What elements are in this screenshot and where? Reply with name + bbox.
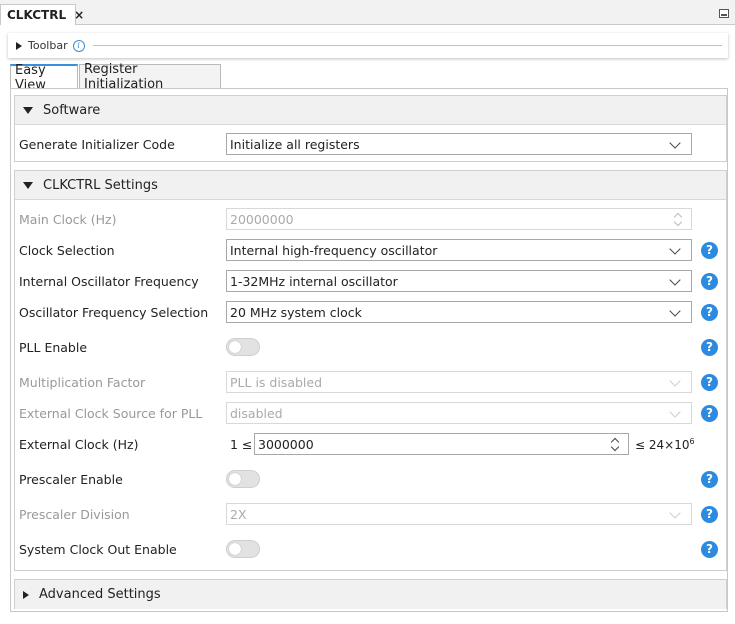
osc-freq-selection-row: Oscillator Frequency Selection 20 MHz sy… — [19, 301, 719, 323]
select-value: Internal high-frequency oscillator — [230, 242, 438, 258]
expand-triangle-icon[interactable] — [16, 41, 22, 50]
toolbar-bar[interactable]: Toolbar i — [8, 33, 728, 58]
field-label: Oscillator Frequency Selection — [19, 304, 209, 320]
chevron-down-icon — [669, 274, 681, 286]
input-value: 20000000 — [230, 211, 294, 227]
tab-easy-view[interactable]: Easy View — [10, 63, 78, 93]
select-value: Initialize all registers — [230, 136, 360, 152]
field-label: Multiplication Factor — [19, 374, 146, 390]
help-icon[interactable]: ? — [701, 272, 718, 290]
collapse-triangle-icon — [23, 181, 33, 189]
sysclk-out-enable-toggle[interactable] — [226, 540, 260, 558]
toolbar-label: Toolbar — [28, 39, 68, 52]
spinner-icon — [673, 210, 683, 228]
external-clock-row: External Clock (Hz) 1 ≤ 3000000 ≤ 24×106 — [19, 433, 719, 455]
external-clock-input[interactable]: 3000000 — [254, 433, 629, 455]
range-max-base: ≤ 24×10 — [635, 437, 690, 452]
advanced-settings-section: Advanced Settings — [14, 579, 727, 609]
main-clock-input: 20000000 — [226, 208, 692, 230]
multiplication-factor-select: PLL is disabled — [226, 371, 692, 393]
sysclk-out-enable-row: System Clock Out Enable ? — [19, 538, 719, 560]
ext-clock-source-pll-select: disabled — [226, 402, 692, 424]
prescaler-division-select: 2X — [226, 503, 692, 525]
help-icon[interactable]: ? — [701, 373, 718, 391]
field-label: PLL Enable — [19, 339, 88, 355]
internal-osc-freq-row: Internal Oscillator Frequency 1-32MHz in… — [19, 270, 719, 292]
clkctrl-settings-section: CLKCTRL Settings Main Clock (Hz) 2000000… — [14, 170, 727, 571]
field-label: Prescaler Enable — [19, 471, 123, 487]
help-icon[interactable]: ? — [701, 241, 718, 259]
section-title: CLKCTRL Settings — [43, 177, 158, 193]
help-icon[interactable]: ? — [701, 505, 718, 523]
field-label: External Clock Source for PLL — [19, 405, 203, 421]
field-label: System Clock Out Enable — [19, 541, 177, 557]
clock-selection-select[interactable]: Internal high-frequency oscillator — [226, 239, 692, 261]
easy-view-panel: Software Generate Initializer Code Initi… — [10, 88, 728, 612]
help-icon[interactable]: ? — [701, 470, 718, 488]
generate-initializer-row: Generate Initializer Code Initialize all… — [19, 133, 719, 155]
view-tab-title: CLKCTRL — [7, 8, 67, 22]
field-label: Main Clock (Hz) — [19, 211, 117, 227]
view-tab-bar: CLKCTRL × — [0, 0, 735, 25]
select-value: 1-32MHz internal oscillator — [230, 273, 398, 289]
ext-clock-source-pll-row: External Clock Source for PLL disabled ? — [19, 402, 719, 424]
help-icon[interactable]: ? — [701, 404, 718, 422]
help-icon[interactable]: ? — [701, 338, 718, 356]
chevron-down-icon — [669, 243, 681, 255]
range-max-exponent: 6 — [689, 436, 695, 446]
multiplication-factor-row: Multiplication Factor PLL is disabled ? — [19, 371, 719, 393]
chevron-down-icon — [669, 507, 681, 519]
prescaler-division-row: Prescaler Division 2X ? — [19, 503, 719, 525]
info-icon[interactable]: i — [72, 39, 85, 52]
expand-triangle-icon — [23, 590, 29, 599]
select-value: 20 MHz system clock — [230, 304, 362, 320]
software-section-header[interactable]: Software — [15, 96, 726, 125]
osc-freq-selection-select[interactable]: 20 MHz system clock — [226, 301, 692, 323]
range-min-label: 1 ≤ — [230, 436, 253, 452]
internal-osc-freq-select[interactable]: 1-32MHz internal oscillator — [226, 270, 692, 292]
section-title: Software — [43, 102, 101, 118]
clock-selection-row: Clock Selection Internal high-frequency … — [19, 239, 719, 261]
field-label: Internal Oscillator Frequency — [19, 273, 199, 289]
chevron-down-icon — [669, 375, 681, 387]
view-tab-clkctrl[interactable]: CLKCTRL × — [0, 4, 84, 25]
close-icon[interactable]: × — [74, 8, 84, 22]
main-clock-row: Main Clock (Hz) 20000000 — [19, 208, 719, 230]
field-label: Prescaler Division — [19, 506, 130, 522]
chevron-down-icon — [669, 137, 681, 149]
generate-initializer-select[interactable]: Initialize all registers — [226, 133, 692, 155]
advanced-section-header[interactable]: Advanced Settings — [15, 580, 726, 609]
range-max-label: ≤ 24×106 — [635, 437, 695, 452]
field-label: Clock Selection — [19, 242, 115, 258]
help-icon[interactable]: ? — [701, 540, 718, 558]
input-value: 3000000 — [258, 436, 314, 452]
prescaler-enable-toggle[interactable] — [226, 470, 260, 488]
toolbar-divider — [92, 45, 722, 46]
software-section: Software Generate Initializer Code Initi… — [14, 95, 727, 162]
spinner-icon[interactable] — [610, 435, 620, 453]
select-value: PLL is disabled — [230, 374, 323, 390]
pll-enable-row: PLL Enable ? — [19, 336, 719, 358]
minimize-icon[interactable] — [719, 9, 729, 18]
select-value: disabled — [230, 405, 283, 421]
select-value: 2X — [230, 506, 247, 522]
field-label: Generate Initializer Code — [19, 136, 175, 152]
section-title: Advanced Settings — [39, 587, 161, 602]
collapse-triangle-icon — [23, 106, 33, 114]
tab-register-initialization[interactable]: Register Initialization — [79, 62, 221, 92]
chevron-down-icon — [669, 305, 681, 317]
field-label: External Clock (Hz) — [19, 436, 139, 452]
prescaler-enable-row: Prescaler Enable ? — [19, 468, 719, 490]
help-icon[interactable]: ? — [701, 303, 718, 321]
chevron-down-icon — [669, 406, 681, 418]
pll-enable-toggle[interactable] — [226, 338, 260, 356]
view-tabs: Easy View Register Initialization — [10, 62, 726, 93]
clkctrl-section-header[interactable]: CLKCTRL Settings — [15, 171, 726, 200]
